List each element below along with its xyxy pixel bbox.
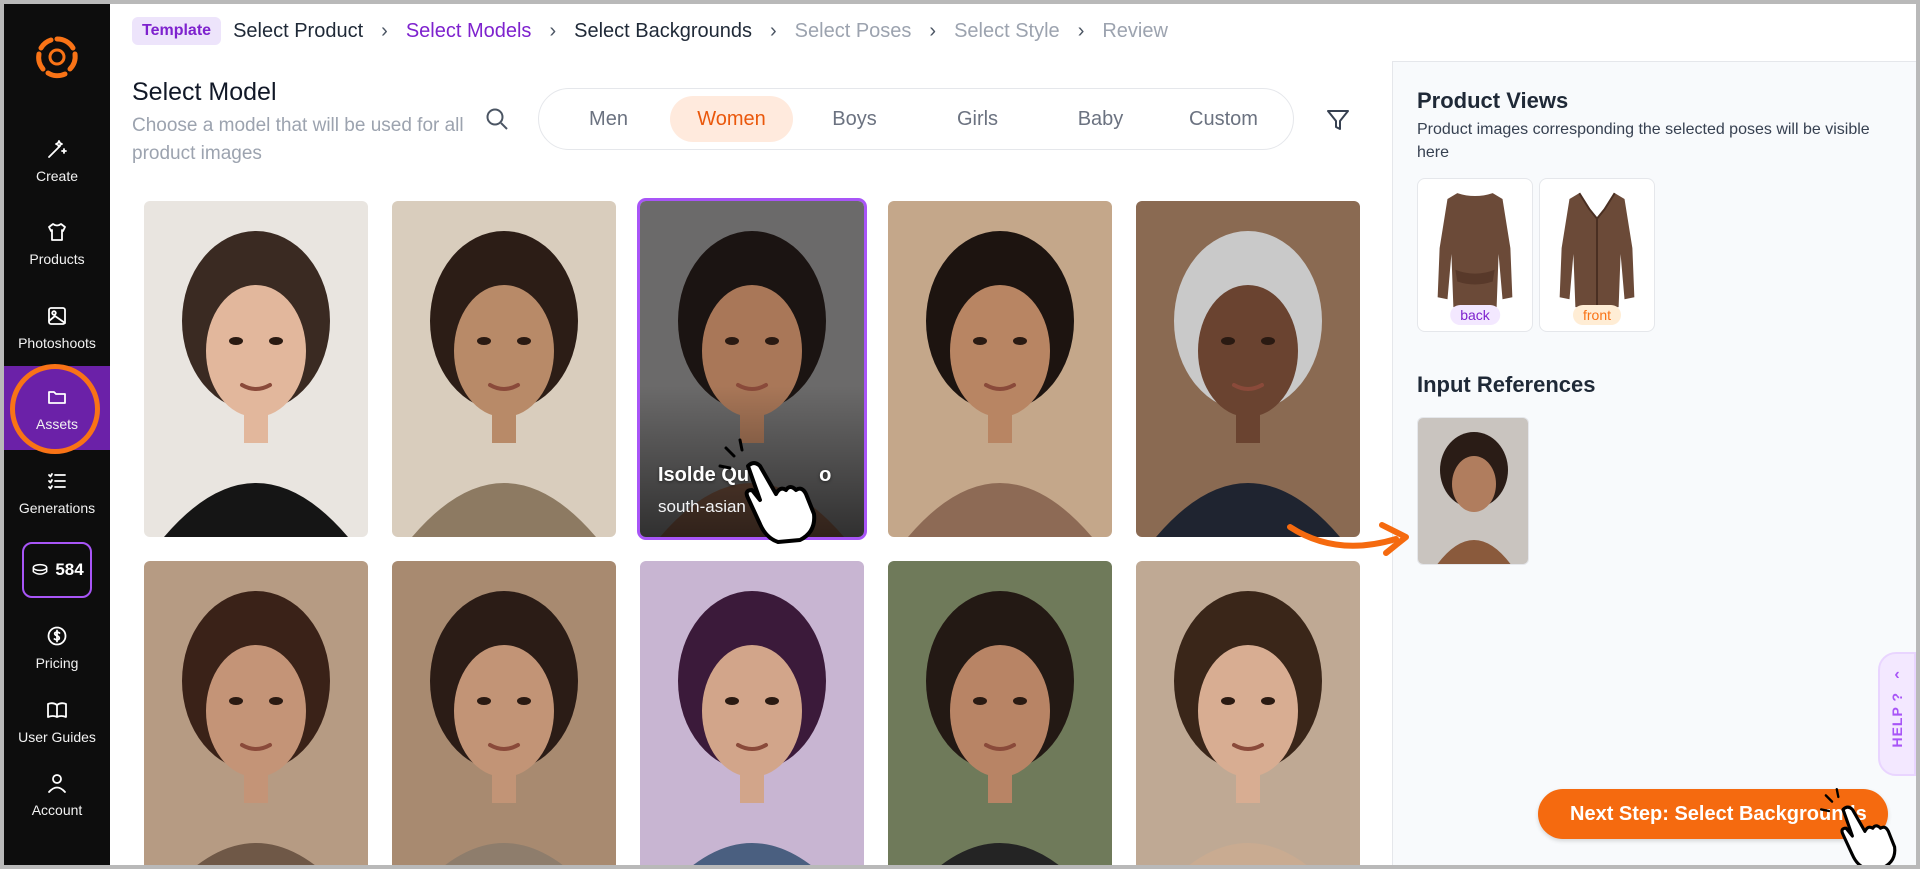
sidebar-item-pricing[interactable]: Pricing [4, 608, 110, 686]
right-panel: Product Views Product images correspondi… [1392, 62, 1916, 865]
sidebar-item-label: Generations [18, 499, 96, 516]
chevron-right-icon: › [770, 19, 777, 42]
model-card[interactable] [1136, 201, 1360, 537]
credits-badge[interactable]: 584 [22, 542, 92, 598]
sidebar-item-label: Products [29, 250, 85, 267]
sidebar-item-label: User Guides [18, 728, 96, 745]
breadcrumb-step-select-style[interactable]: Select Style [954, 20, 1060, 43]
sidebar: Create Products Photoshoots Assets Gener… [4, 4, 110, 865]
credits-count: 584 [55, 560, 84, 579]
product-views-title: Product Views [1417, 88, 1569, 113]
list-check-icon [48, 472, 66, 489]
active-highlight-ring [10, 364, 100, 454]
coins-icon [32, 563, 48, 575]
tab-boys[interactable]: Boys [793, 96, 916, 142]
chevron-right-icon: › [1077, 19, 1085, 42]
sidebar-item-label: Create [35, 167, 79, 184]
shirt-icon [48, 222, 66, 241]
sidebar-item-account[interactable]: Account [4, 755, 110, 833]
sidebar-item-generations[interactable]: Generations [4, 453, 110, 531]
tab-custom[interactable]: Custom [1162, 96, 1285, 142]
model-photo [144, 561, 368, 869]
user-icon [48, 773, 66, 793]
breadcrumb-step-select-backgrounds[interactable]: Select Backgrounds [574, 20, 752, 43]
view-tag-front: front [1572, 305, 1622, 325]
model-photo [640, 561, 864, 869]
model-category-tabs: Men Women Boys Girls Baby Custom [538, 88, 1294, 150]
product-views-description: Product images corresponding the selecte… [1417, 121, 1870, 161]
breadcrumb-step-select-product[interactable]: Select Product [233, 20, 363, 43]
input-references-title: Input References [1417, 372, 1596, 397]
model-photo [392, 201, 616, 537]
breadcrumb-step-review[interactable]: Review [1102, 20, 1168, 43]
tab-baby[interactable]: Baby [1039, 96, 1162, 142]
model-photo [1136, 561, 1360, 869]
model-photo [888, 561, 1112, 869]
tab-men[interactable]: Men [547, 96, 670, 142]
chevron-right-icon: › [929, 19, 937, 42]
model-card[interactable] [392, 201, 616, 537]
arrow-annotation-icon [1287, 522, 1409, 556]
hand-pointer-icon [1819, 787, 1897, 869]
sidebar-item-label: Photoshoots [18, 334, 96, 351]
model-photo [144, 201, 368, 537]
model-card[interactable] [1136, 561, 1360, 869]
breadcrumb-step-select-models[interactable]: Select Models [406, 20, 532, 43]
page-title: Select Model [132, 78, 277, 106]
product-view-back[interactable]: back [1417, 178, 1533, 332]
tab-women[interactable]: Women [670, 96, 793, 142]
tab-girls[interactable]: Girls [916, 96, 1039, 142]
chevron-up-icon: ‹ [1894, 666, 1900, 683]
sidebar-item-label: Account [31, 801, 83, 818]
model-card[interactable] [888, 201, 1112, 537]
model-photo [888, 201, 1112, 537]
product-view-front[interactable]: front [1539, 178, 1655, 332]
search-icon[interactable] [484, 106, 510, 132]
dollar-circle-icon [47, 626, 67, 645]
model-card[interactable] [640, 561, 864, 869]
hand-pointer-icon [718, 438, 817, 544]
sidebar-item-create[interactable]: Create [4, 121, 110, 199]
chevron-right-icon: › [549, 19, 557, 42]
sidebar-item-label: Pricing [35, 654, 79, 671]
model-photo [1136, 201, 1360, 537]
open-book-icon [47, 701, 67, 718]
model-reference-photo [1418, 418, 1528, 564]
help-tab[interactable]: ‹ HELP ? [1878, 652, 1916, 776]
sidebar-item-products[interactable]: Products [4, 204, 110, 282]
sidebar-item-photoshoots[interactable]: Photoshoots [4, 288, 110, 366]
chevron-right-icon: › [381, 19, 388, 42]
sidebar-item-user-guides[interactable]: User Guides [4, 682, 110, 760]
page-subtitle: Choose a model that will be used for all… [132, 115, 464, 164]
brand-logo-icon[interactable] [34, 34, 80, 80]
model-card[interactable] [144, 561, 368, 869]
breadcrumb: Template Select Product › Select Models … [132, 14, 1168, 48]
help-label: HELP ? [1889, 692, 1905, 748]
sparkle-pen-icon [48, 139, 67, 158]
input-reference-image[interactable] [1417, 417, 1529, 565]
model-card[interactable] [144, 201, 368, 537]
template-badge[interactable]: Template [132, 17, 222, 45]
model-photo [392, 561, 616, 869]
image-icon [48, 306, 66, 325]
view-tag-back: back [1450, 305, 1500, 325]
model-card[interactable] [888, 561, 1112, 869]
model-card[interactable] [392, 561, 616, 869]
filter-icon[interactable] [1324, 106, 1352, 134]
breadcrumb-step-select-poses[interactable]: Select Poses [795, 20, 912, 43]
